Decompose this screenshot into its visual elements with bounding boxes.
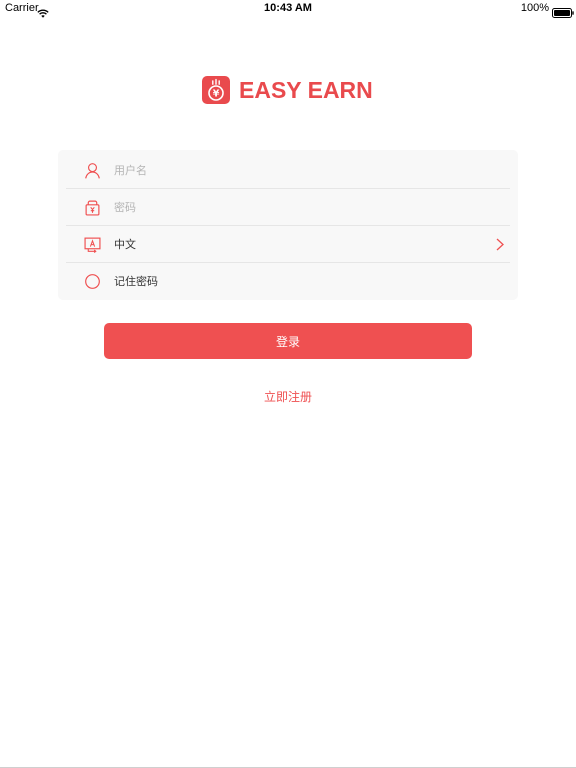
wifi-icon [37,3,49,18]
app-logo-text: EASY EARN [239,77,373,103]
remember-password-row[interactable]: 记住密码 [58,263,518,300]
register-link[interactable]: 立即注册 [248,389,328,405]
user-icon [84,162,101,179]
chevron-right-icon [496,238,504,251]
lock-icon [84,199,101,216]
carrier-label: Carrier [5,2,39,14]
username-row [58,152,518,189]
battery-percentage: 100% [520,2,549,14]
battery-fill [554,10,570,16]
coin-logo-icon: ¥ [202,76,230,104]
login-button[interactable]: 登录 [104,323,472,359]
remember-password-label: 记住密码 [114,275,158,288]
logo-yen-glyph: ¥ [213,89,220,100]
language-value: 中文 [114,238,136,251]
language-icon [84,236,101,253]
battery-icon [552,3,574,18]
radio-circle-icon[interactable] [84,273,101,290]
username-input[interactable] [114,152,494,189]
password-row [58,189,518,226]
login-form-card: 中文 记住密码 [58,150,518,300]
password-input[interactable] [114,189,494,226]
language-selector-row[interactable]: 中文 [58,226,518,263]
status-time: 10:43 AM [264,2,312,14]
